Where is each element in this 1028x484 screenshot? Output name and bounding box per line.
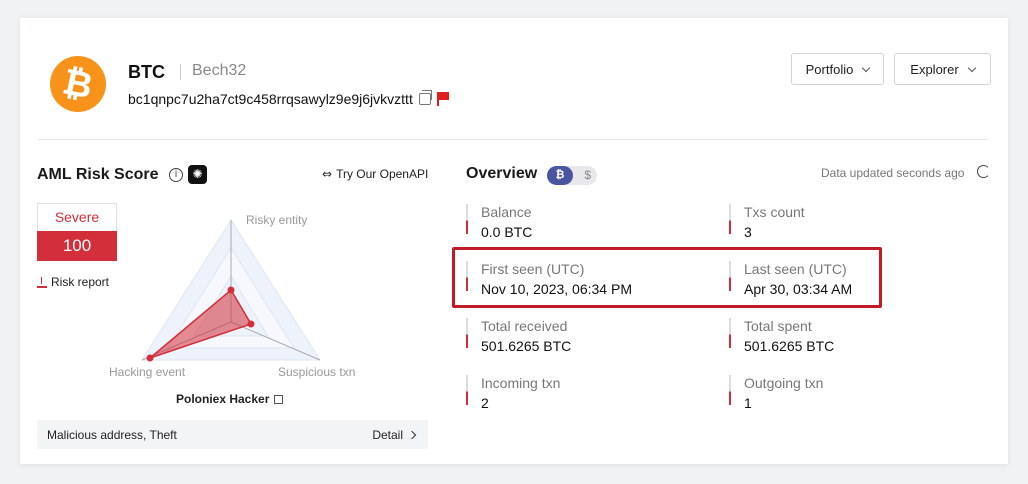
risk-tags: Malicious address, Theft (47, 428, 177, 442)
openapi-link[interactable]: ⇔ Try Our OpenAPI (322, 167, 428, 181)
radar-label-suspicious: Suspicious txn (278, 365, 355, 379)
overview-title: Overview (466, 165, 538, 182)
radar-point-suspicious (247, 320, 255, 328)
radar-label-hacking: Hacking event (109, 365, 186, 379)
bitcoin-logo-icon: ₿ (50, 56, 106, 112)
openai-icon[interactable]: ✺ (188, 165, 207, 184)
refresh-icon[interactable] (977, 165, 990, 178)
risk-report-link[interactable]: Risk report (37, 275, 109, 289)
address-type: Bech32 (192, 62, 247, 79)
chevron-down-icon (967, 63, 976, 72)
aml-risk-title: AML Risk Score (37, 166, 159, 183)
chevron-right-icon (407, 430, 417, 440)
btc-toggle-option[interactable]: ₿ (547, 166, 573, 185)
download-icon (37, 276, 47, 288)
chevron-down-icon (862, 63, 871, 72)
coin-symbol: BTC (128, 62, 165, 82)
risk-radar-chart: Risky entity Suspicious txn Hacking even… (109, 213, 355, 379)
address-row: bc1qnpc7u2ha7ct9c458rrqsawylz9e9j6jvkvzt… (128, 90, 449, 107)
seen-dates-highlight (452, 247, 882, 308)
radar-point-hacking (146, 354, 154, 362)
entity-name-link[interactable]: Poloniex Hacker (176, 392, 284, 406)
copy-icon[interactable] (418, 90, 432, 105)
radar-label-risky: Risky entity (246, 213, 307, 227)
external-link-icon (274, 394, 284, 404)
flag-icon[interactable] (436, 92, 449, 106)
info-icon[interactable]: i (169, 168, 183, 182)
header-separator (180, 64, 181, 80)
header-divider (38, 139, 988, 140)
currency-toggle[interactable]: ₿ $ (547, 166, 597, 185)
usd-toggle-option[interactable]: $ (584, 166, 591, 185)
radar-point-risky (227, 286, 235, 294)
updated-text: Data updated seconds ago (821, 166, 965, 180)
api-icon: ⇔ (322, 167, 333, 181)
address-text: bc1qnpc7u2ha7ct9c458rrqsawylz9e9j6jvkvzt… (128, 91, 413, 107)
risk-tags-row: Malicious address, Theft Detail (37, 420, 428, 449)
explorer-button[interactable]: Explorer (894, 53, 991, 85)
address-card: ₿ BTC Bech32 bc1qnpc7u2ha7ct9c458rrqsawy… (20, 18, 1008, 464)
portfolio-button[interactable]: Portfolio (791, 53, 884, 85)
detail-link[interactable]: Detail (372, 428, 417, 442)
